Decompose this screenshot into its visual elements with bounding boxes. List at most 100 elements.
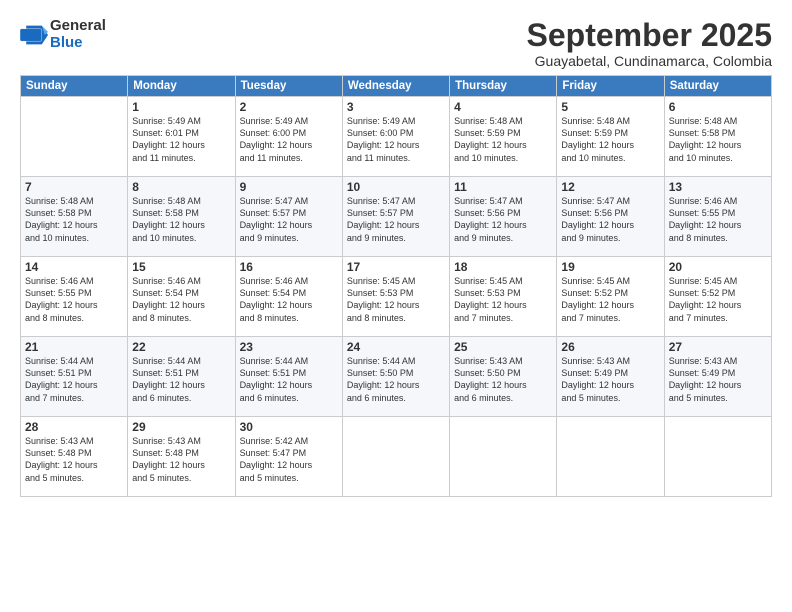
day-number: 8 [132, 180, 230, 194]
calendar-cell: 21Sunrise: 5:44 AM Sunset: 5:51 PM Dayli… [21, 337, 128, 417]
day-number: 7 [25, 180, 123, 194]
day-number: 23 [240, 340, 338, 354]
calendar-cell: 19Sunrise: 5:45 AM Sunset: 5:52 PM Dayli… [557, 257, 664, 337]
day-info: Sunrise: 5:42 AM Sunset: 5:47 PM Dayligh… [240, 435, 338, 484]
calendar-cell: 12Sunrise: 5:47 AM Sunset: 5:56 PM Dayli… [557, 177, 664, 257]
day-info: Sunrise: 5:48 AM Sunset: 5:59 PM Dayligh… [454, 115, 552, 164]
day-number: 11 [454, 180, 552, 194]
day-info: Sunrise: 5:48 AM Sunset: 5:58 PM Dayligh… [669, 115, 767, 164]
day-info: Sunrise: 5:49 AM Sunset: 6:00 PM Dayligh… [347, 115, 445, 164]
day-info: Sunrise: 5:47 AM Sunset: 5:57 PM Dayligh… [240, 195, 338, 244]
calendar-cell: 7Sunrise: 5:48 AM Sunset: 5:58 PM Daylig… [21, 177, 128, 257]
day-number: 2 [240, 100, 338, 114]
day-number: 1 [132, 100, 230, 114]
calendar-week-1: 1Sunrise: 5:49 AM Sunset: 6:01 PM Daylig… [21, 97, 772, 177]
day-number: 13 [669, 180, 767, 194]
day-info: Sunrise: 5:47 AM Sunset: 5:56 PM Dayligh… [454, 195, 552, 244]
day-number: 12 [561, 180, 659, 194]
day-number: 20 [669, 260, 767, 274]
day-info: Sunrise: 5:46 AM Sunset: 5:55 PM Dayligh… [25, 275, 123, 324]
calendar-cell: 29Sunrise: 5:43 AM Sunset: 5:48 PM Dayli… [128, 417, 235, 497]
day-info: Sunrise: 5:43 AM Sunset: 5:48 PM Dayligh… [132, 435, 230, 484]
calendar-cell: 28Sunrise: 5:43 AM Sunset: 5:48 PM Dayli… [21, 417, 128, 497]
day-info: Sunrise: 5:48 AM Sunset: 5:58 PM Dayligh… [132, 195, 230, 244]
calendar-cell [664, 417, 771, 497]
calendar-cell [450, 417, 557, 497]
day-number: 3 [347, 100, 445, 114]
calendar-cell: 23Sunrise: 5:44 AM Sunset: 5:51 PM Dayli… [235, 337, 342, 417]
calendar-cell: 20Sunrise: 5:45 AM Sunset: 5:52 PM Dayli… [664, 257, 771, 337]
col-tuesday: Tuesday [235, 76, 342, 97]
calendar-header-row: Sunday Monday Tuesday Wednesday Thursday… [21, 76, 772, 97]
day-info: Sunrise: 5:46 AM Sunset: 5:54 PM Dayligh… [240, 275, 338, 324]
day-number: 16 [240, 260, 338, 274]
calendar-cell: 17Sunrise: 5:45 AM Sunset: 5:53 PM Dayli… [342, 257, 449, 337]
calendar-cell: 27Sunrise: 5:43 AM Sunset: 5:49 PM Dayli… [664, 337, 771, 417]
day-info: Sunrise: 5:44 AM Sunset: 5:50 PM Dayligh… [347, 355, 445, 404]
header: General Blue September 2025 Guayabetal, … [20, 18, 772, 69]
day-info: Sunrise: 5:49 AM Sunset: 6:00 PM Dayligh… [240, 115, 338, 164]
day-info: Sunrise: 5:45 AM Sunset: 5:53 PM Dayligh… [347, 275, 445, 324]
calendar-week-2: 7Sunrise: 5:48 AM Sunset: 5:58 PM Daylig… [21, 177, 772, 257]
day-number: 22 [132, 340, 230, 354]
calendar-cell: 30Sunrise: 5:42 AM Sunset: 5:47 PM Dayli… [235, 417, 342, 497]
day-info: Sunrise: 5:48 AM Sunset: 5:58 PM Dayligh… [25, 195, 123, 244]
day-info: Sunrise: 5:46 AM Sunset: 5:54 PM Dayligh… [132, 275, 230, 324]
day-number: 27 [669, 340, 767, 354]
day-info: Sunrise: 5:47 AM Sunset: 5:56 PM Dayligh… [561, 195, 659, 244]
day-number: 19 [561, 260, 659, 274]
day-number: 30 [240, 420, 338, 434]
calendar-cell: 13Sunrise: 5:46 AM Sunset: 5:55 PM Dayli… [664, 177, 771, 257]
day-info: Sunrise: 5:44 AM Sunset: 5:51 PM Dayligh… [240, 355, 338, 404]
col-friday: Friday [557, 76, 664, 97]
day-number: 17 [347, 260, 445, 274]
day-info: Sunrise: 5:45 AM Sunset: 5:52 PM Dayligh… [561, 275, 659, 324]
day-number: 10 [347, 180, 445, 194]
day-number: 9 [240, 180, 338, 194]
calendar-cell: 4Sunrise: 5:48 AM Sunset: 5:59 PM Daylig… [450, 97, 557, 177]
col-sunday: Sunday [21, 76, 128, 97]
calendar-cell: 26Sunrise: 5:43 AM Sunset: 5:49 PM Dayli… [557, 337, 664, 417]
logo-general-text: General [50, 18, 106, 35]
col-monday: Monday [128, 76, 235, 97]
calendar-cell: 18Sunrise: 5:45 AM Sunset: 5:53 PM Dayli… [450, 257, 557, 337]
calendar-cell: 24Sunrise: 5:44 AM Sunset: 5:50 PM Dayli… [342, 337, 449, 417]
day-info: Sunrise: 5:47 AM Sunset: 5:57 PM Dayligh… [347, 195, 445, 244]
day-number: 24 [347, 340, 445, 354]
logo-blue-text: Blue [50, 35, 106, 52]
calendar-week-4: 21Sunrise: 5:44 AM Sunset: 5:51 PM Dayli… [21, 337, 772, 417]
day-number: 21 [25, 340, 123, 354]
day-number: 28 [25, 420, 123, 434]
logo-text: General Blue [50, 18, 106, 51]
day-number: 29 [132, 420, 230, 434]
calendar-cell [342, 417, 449, 497]
calendar-cell: 5Sunrise: 5:48 AM Sunset: 5:59 PM Daylig… [557, 97, 664, 177]
month-title: September 2025 [527, 18, 772, 53]
day-number: 4 [454, 100, 552, 114]
day-number: 6 [669, 100, 767, 114]
col-saturday: Saturday [664, 76, 771, 97]
title-block: September 2025 Guayabetal, Cundinamarca,… [527, 18, 772, 69]
calendar-cell: 15Sunrise: 5:46 AM Sunset: 5:54 PM Dayli… [128, 257, 235, 337]
calendar-cell [557, 417, 664, 497]
day-info: Sunrise: 5:48 AM Sunset: 5:59 PM Dayligh… [561, 115, 659, 164]
day-info: Sunrise: 5:43 AM Sunset: 5:50 PM Dayligh… [454, 355, 552, 404]
day-info: Sunrise: 5:45 AM Sunset: 5:53 PM Dayligh… [454, 275, 552, 324]
day-number: 15 [132, 260, 230, 274]
calendar-cell: 14Sunrise: 5:46 AM Sunset: 5:55 PM Dayli… [21, 257, 128, 337]
day-info: Sunrise: 5:43 AM Sunset: 5:48 PM Dayligh… [25, 435, 123, 484]
col-wednesday: Wednesday [342, 76, 449, 97]
day-number: 18 [454, 260, 552, 274]
calendar-cell: 11Sunrise: 5:47 AM Sunset: 5:56 PM Dayli… [450, 177, 557, 257]
day-info: Sunrise: 5:46 AM Sunset: 5:55 PM Dayligh… [669, 195, 767, 244]
calendar-cell: 8Sunrise: 5:48 AM Sunset: 5:58 PM Daylig… [128, 177, 235, 257]
day-number: 5 [561, 100, 659, 114]
calendar-cell: 25Sunrise: 5:43 AM Sunset: 5:50 PM Dayli… [450, 337, 557, 417]
day-info: Sunrise: 5:44 AM Sunset: 5:51 PM Dayligh… [25, 355, 123, 404]
col-thursday: Thursday [450, 76, 557, 97]
day-info: Sunrise: 5:43 AM Sunset: 5:49 PM Dayligh… [669, 355, 767, 404]
calendar-cell: 3Sunrise: 5:49 AM Sunset: 6:00 PM Daylig… [342, 97, 449, 177]
logo-icon [20, 21, 48, 49]
calendar-table: Sunday Monday Tuesday Wednesday Thursday… [20, 75, 772, 497]
logo: General Blue [20, 18, 106, 51]
